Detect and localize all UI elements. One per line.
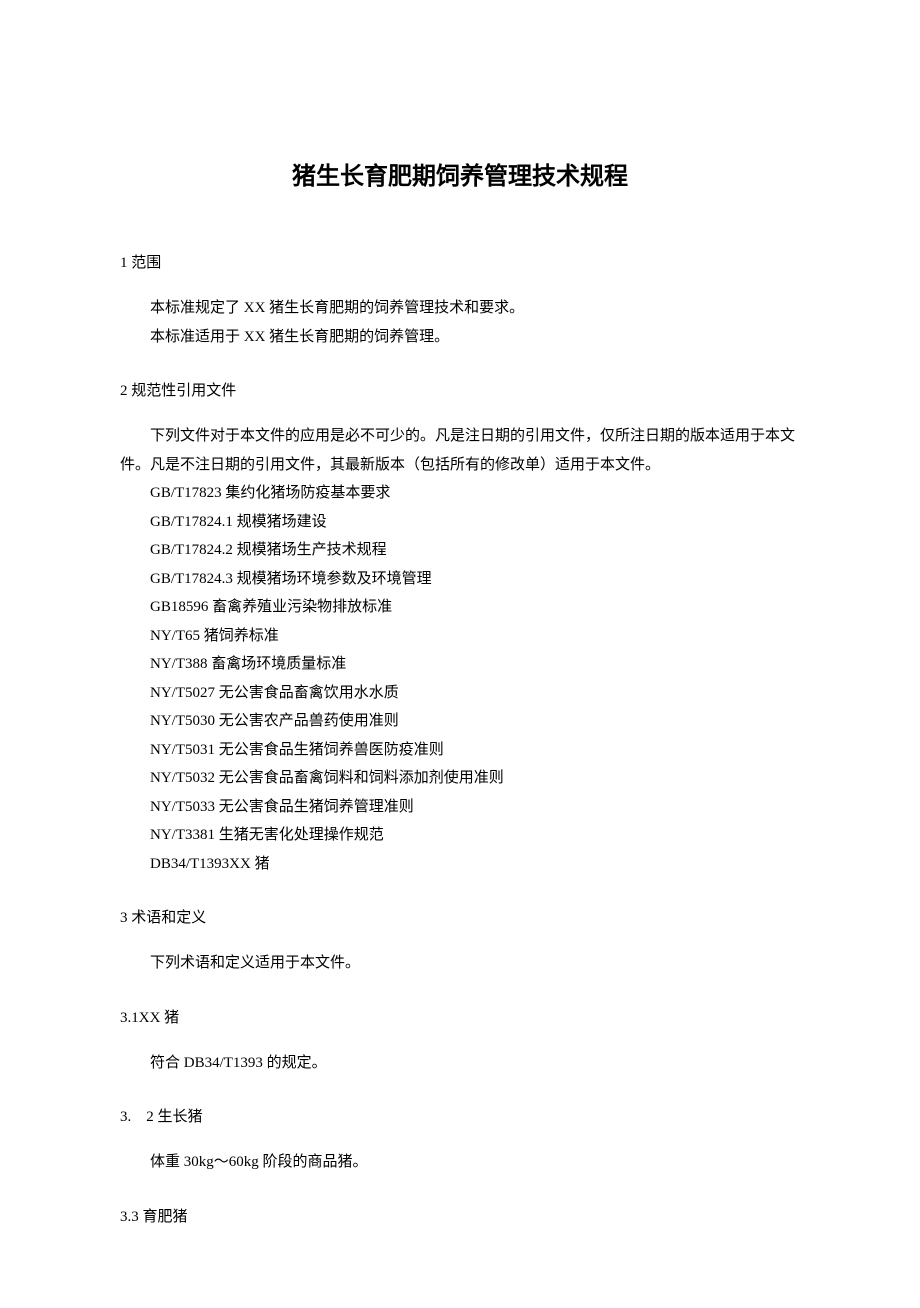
reference-item: NY/T5033 无公害食品生猪饲养管理准则 bbox=[150, 793, 800, 822]
reference-item: NY/T3381 生猪无害化处理操作规范 bbox=[150, 821, 800, 850]
reference-item: GB/T17824.1 规模猪场建设 bbox=[150, 508, 800, 537]
reference-item: GB18596 畜禽养殖业污染物排放标准 bbox=[150, 593, 800, 622]
section-3-heading: 3 术语和定义 bbox=[120, 906, 800, 927]
section-3-3-heading: 3.3 育肥猪 bbox=[120, 1205, 800, 1226]
reference-item: NY/T5027 无公害食品畜禽饮用水水质 bbox=[150, 679, 800, 708]
section-3-intro: 下列术语和定义适用于本文件。 bbox=[120, 949, 800, 978]
reference-item: GB/T17824.2 规模猪场生产技术规程 bbox=[150, 536, 800, 565]
reference-item: NY/T65 猪饲养标准 bbox=[150, 622, 800, 651]
section-3-1-body: 符合 DB34/T1393 的规定。 bbox=[120, 1049, 800, 1078]
section-1-paragraph-2: 本标准适用于 XX 猪生长育肥期的饲养管理。 bbox=[120, 323, 800, 352]
reference-item: DB34/T1393XX 猪 bbox=[150, 850, 800, 879]
reference-item: NY/T5032 无公害食品畜禽饲料和饲料添加剂使用准则 bbox=[150, 764, 800, 793]
section-3-1-heading: 3.1XX 猪 bbox=[120, 1006, 800, 1027]
section-1-heading: 1 范围 bbox=[120, 251, 800, 272]
reference-item: GB/T17823 集约化猪场防疫基本要求 bbox=[150, 479, 800, 508]
reference-item: GB/T17824.3 规模猪场环境参数及环境管理 bbox=[150, 565, 800, 594]
section-3-2-heading: 3. 2 生长猪 bbox=[120, 1105, 800, 1126]
reference-item: NY/T5030 无公害农产品兽药使用准则 bbox=[150, 707, 800, 736]
document-title: 猪生长育肥期饲养管理技术规程 bbox=[120, 156, 800, 191]
section-2-heading: 2 规范性引用文件 bbox=[120, 379, 800, 400]
section-1-paragraph-1: 本标准规定了 XX 猪生长育肥期的饲养管理技术和要求。 bbox=[120, 294, 800, 323]
reference-item: NY/T5031 无公害食品生猪饲养兽医防疫准则 bbox=[150, 736, 800, 765]
section-2-intro: 下列文件对于本文件的应用是必不可少的。凡是注日期的引用文件，仅所注日期的版本适用… bbox=[120, 422, 800, 479]
document-page: 猪生长育肥期饲养管理技术规程 1 范围 本标准规定了 XX 猪生长育肥期的饲养管… bbox=[0, 0, 920, 1308]
reference-item: NY/T388 畜禽场环境质量标准 bbox=[150, 650, 800, 679]
reference-list: GB/T17823 集约化猪场防疫基本要求 GB/T17824.1 规模猪场建设… bbox=[120, 479, 800, 878]
section-3-2-body: 体重 30kg～60kg 阶段的商品猪。 bbox=[120, 1148, 800, 1177]
